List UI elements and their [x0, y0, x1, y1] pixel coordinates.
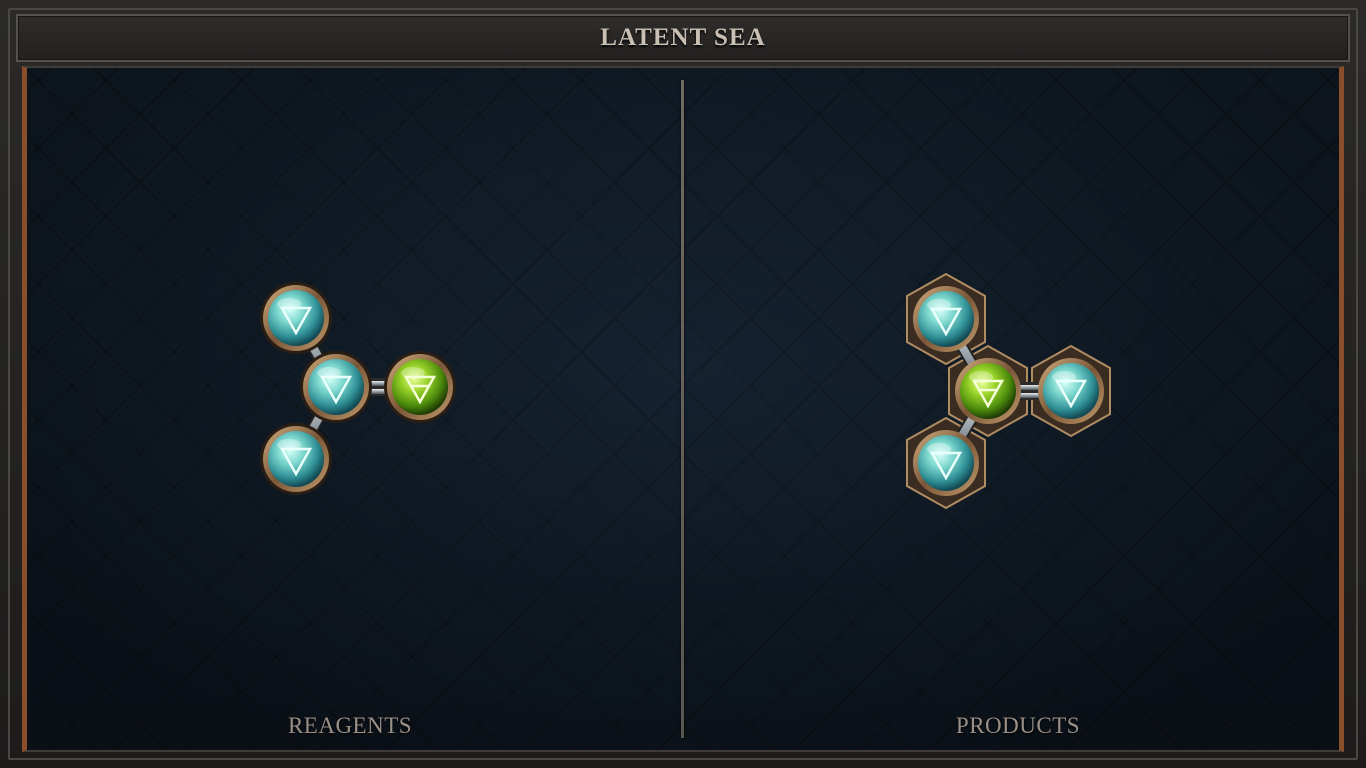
molecule-layer: [260, 272, 1111, 510]
reagent-atom-water-top[interactable]: [260, 282, 332, 354]
product-atom-water-top[interactable]: [913, 286, 979, 352]
product-atom-water-bottom[interactable]: [913, 430, 979, 496]
reagent-molecule[interactable]: [260, 282, 456, 495]
reagent-atom-earth-right[interactable]: [384, 351, 456, 423]
game-frame: LATENT SEA REAGENTS PRODUCTS: [0, 0, 1366, 768]
reagent-atom-water-center[interactable]: [300, 351, 372, 423]
product-atom-earth-center[interactable]: [955, 358, 1021, 424]
reagent-atom-water-bottom[interactable]: [260, 423, 332, 495]
product-atom-water-right[interactable]: [1038, 358, 1104, 424]
product-molecule[interactable]: [906, 272, 1111, 510]
